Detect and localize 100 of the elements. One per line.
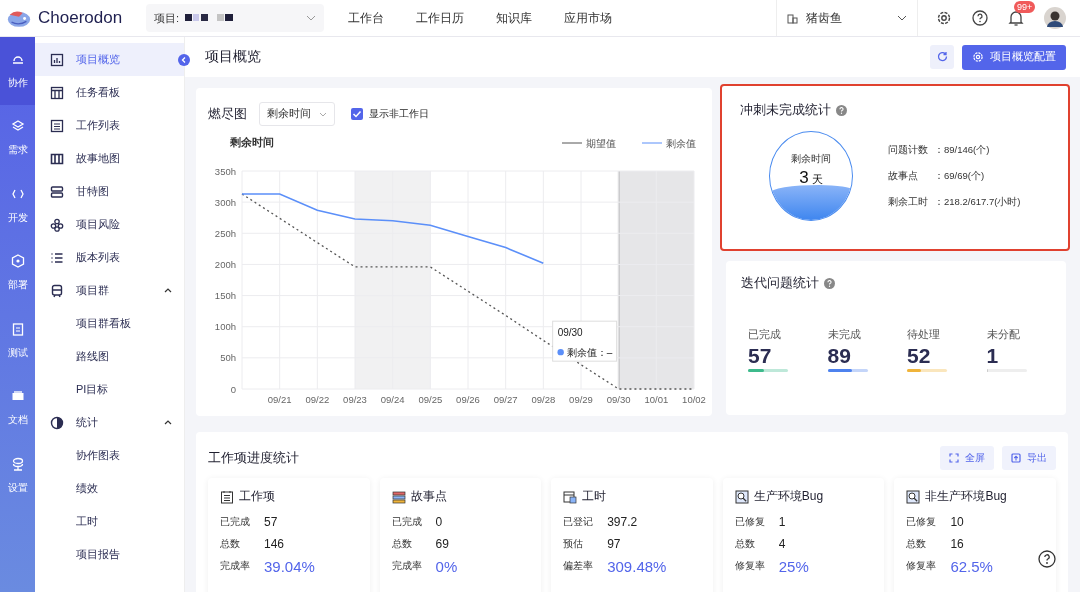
nav-link[interactable]: 应用市场	[564, 9, 612, 27]
annotation: 09/30	[557, 327, 584, 339]
sidebar-item[interactable]: 项目群看板	[35, 307, 184, 340]
metric-label: 已修复	[906, 515, 938, 529]
help-icon[interactable]	[1038, 550, 1056, 568]
axis-tick-label: 09/30	[606, 394, 631, 405]
avatar[interactable]	[1044, 7, 1066, 29]
chevron-down-icon	[897, 15, 907, 21]
fullscreen-button[interactable]: 全屏	[940, 446, 994, 470]
metric-value: 62.5%	[950, 557, 993, 575]
stat-value: 57	[748, 344, 773, 368]
metric-value: 1	[778, 515, 786, 529]
axis-tick-label: 50h	[220, 352, 236, 364]
collapse-icon[interactable]	[178, 54, 190, 66]
building-icon	[787, 12, 798, 24]
metric-label: 已完成	[220, 515, 251, 529]
legend-item: 期望值	[561, 137, 616, 149]
axis-tick-label: 350h	[214, 165, 236, 177]
legend-label: 剩余值	[666, 137, 696, 149]
map-icon	[50, 151, 64, 166]
rail-item[interactable]: 需求	[0, 104, 35, 172]
checkbox[interactable]	[351, 108, 363, 120]
config-button[interactable]: 项目概览配置	[962, 44, 1066, 70]
axis-tick-label: 10/02	[682, 394, 706, 405]
sidebar-item[interactable]: 路线图	[35, 340, 184, 373]
card-title: 工作项进度统计	[208, 449, 299, 467]
metric-title: 故事点	[410, 488, 447, 505]
chevron-down-icon	[319, 111, 327, 117]
metric-value: 4	[778, 537, 786, 551]
axis-tick-label: 09/22	[305, 394, 330, 405]
organization-select[interactable]: 猪齿鱼	[776, 0, 918, 36]
axis-tick-label: 09/21	[267, 394, 292, 405]
axis-tick-label: 10/01	[644, 394, 669, 405]
expand-icon	[949, 453, 959, 463]
help-icon[interactable]	[972, 10, 988, 26]
metric-label: 预估	[563, 537, 585, 551]
project-select[interactable]: 项目:	[146, 4, 324, 32]
rail-item[interactable]: 部署	[0, 239, 35, 307]
sidebar-item[interactable]: 项目群	[35, 274, 184, 307]
nav-link[interactable]: 工作日历	[416, 9, 464, 27]
legend-item: 剩余值	[641, 137, 696, 149]
axis-tick-label: 09/23	[343, 394, 367, 405]
sidebar-item[interactable]: 甘特图	[35, 175, 184, 208]
stat-value: 89	[827, 344, 852, 368]
metric-select[interactable]: 剩余时间	[259, 102, 335, 126]
metric-value: 0%	[435, 557, 458, 575]
sidebar-item[interactable]: 绩效	[35, 472, 184, 505]
sidebar-item[interactable]: PI目标	[35, 373, 184, 406]
bell-icon[interactable]	[1008, 9, 1024, 27]
module-icon	[10, 254, 25, 269]
sidebar-item[interactable]: 工时	[35, 505, 184, 538]
stat-label: 故事点	[888, 169, 919, 183]
sidebar-item[interactable]: 统计	[35, 406, 184, 439]
stat-value: ：89/146(个)	[934, 143, 990, 157]
axis-tick-label: 09/25	[418, 394, 443, 405]
bus-icon	[50, 283, 64, 298]
sidebar-item[interactable]: 版本列表	[35, 241, 184, 274]
card-title: 冲刺未完成统计	[740, 102, 831, 119]
metric-label: 总数	[906, 537, 928, 551]
axis-tick-label: 09/28	[531, 394, 556, 405]
stat-label: 剩余工时	[888, 195, 929, 209]
metric-label: 修复率	[734, 559, 766, 573]
axis-tick-label: 0	[230, 383, 236, 395]
gauge-unit: 天	[811, 172, 823, 187]
sidebar-item[interactable]: 任务看板	[35, 76, 184, 109]
metric-label: 完成率	[391, 559, 423, 573]
nav-link[interactable]: 知识库	[496, 9, 532, 27]
nav-link[interactable]: 工作台	[348, 9, 384, 27]
rail-item[interactable]: 协作	[0, 37, 35, 105]
rail-item[interactable]: 文档	[0, 374, 35, 442]
metric-label: 已登记	[563, 515, 595, 529]
rail-item[interactable]: 设置	[0, 442, 35, 510]
metric-title: 生产环境Bug	[753, 488, 824, 505]
refresh-icon	[936, 51, 948, 62]
sidebar-item[interactable]: 工作列表	[35, 109, 184, 142]
export-button[interactable]: 导出	[1002, 446, 1056, 470]
notification-badge: 99+	[1014, 0, 1036, 13]
metric-value: 146	[264, 537, 285, 551]
flower-icon	[50, 217, 64, 232]
rail-item[interactable]: 测试	[0, 307, 35, 375]
axis-tick-label: 300h	[214, 196, 236, 208]
magnifier-icon	[906, 489, 921, 504]
sidebar-item[interactable]: 协作图表	[35, 439, 184, 472]
refresh-button[interactable]	[930, 44, 954, 69]
legend-label: 期望值	[586, 137, 616, 149]
chart-icon	[50, 52, 64, 67]
sidebar-item[interactable]: 项目概览	[35, 43, 184, 76]
card-title: 燃尽图	[208, 105, 247, 123]
card-title: 迭代问题统计	[741, 275, 819, 292]
sidebar-item[interactable]: 故事地图	[35, 142, 184, 175]
export-icon	[1011, 453, 1021, 463]
settings-icon	[972, 51, 984, 63]
settings-icon[interactable]	[936, 10, 952, 26]
gauge-label: 剩余时间	[791, 153, 831, 166]
board-icon	[50, 85, 64, 100]
sidebar-item[interactable]: 项目报告	[35, 538, 184, 571]
sidebar-item[interactable]: 项目风险	[35, 208, 184, 241]
calendar-icon	[563, 489, 578, 504]
rail-item[interactable]: 开发	[0, 172, 35, 240]
stat-label: 未完成	[827, 328, 862, 342]
